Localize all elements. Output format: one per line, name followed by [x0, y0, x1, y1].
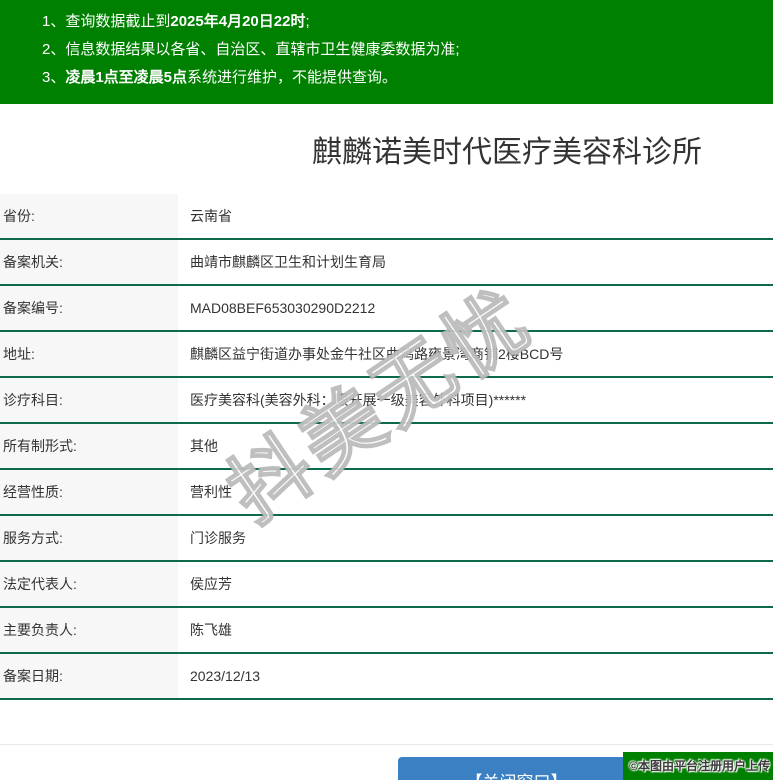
notice-text: ;	[305, 13, 310, 30]
table-row-service-mode: 服务方式: 门诊服务	[0, 516, 773, 562]
table-row-filing-number: 备案编号: MAD08BEF653030290D2212	[0, 286, 773, 332]
row-value: 营利性	[190, 484, 232, 500]
table-row-province: 省份: 云南省	[0, 194, 773, 240]
close-window-button[interactable]: 【关闭窗口】	[398, 757, 635, 780]
row-label: 备案机关:	[0, 240, 178, 284]
divider-line	[0, 744, 773, 745]
row-value: MAD08BEF653030290D2212	[190, 300, 376, 316]
row-value: 门诊服务	[190, 530, 246, 546]
row-value: 陈飞雄	[190, 622, 232, 638]
row-label: 备案编号:	[0, 286, 178, 330]
row-value: 2023/12/13	[190, 668, 261, 684]
row-label: 法定代表人:	[0, 562, 178, 606]
table-row-filing-date: 备案日期: 2023/12/13	[0, 654, 773, 700]
notice-number: 2、	[42, 41, 66, 58]
row-label: 服务方式:	[0, 516, 178, 560]
table-row-principal: 主要负责人: 陈飞雄	[0, 608, 773, 654]
info-table: 省份: 云南省 备案机关: 曲靖市麒麟区卫生和计划生育局 备案编号: MAD08…	[0, 194, 773, 700]
row-value: 麒麟区益宁街道办事处金牛社区曲鸡路雍景湾商铺2楼BCD号	[190, 346, 564, 362]
notice-number: 3、	[42, 69, 66, 86]
row-value: 曲靖市麒麟区卫生和计划生育局	[190, 254, 386, 270]
notice-banner: 1、查询数据截止到2025年4月20日22时; 2、信息数据结果以各省、自治区、…	[0, 0, 773, 104]
notice-line-3: 3、凌晨1点至凌晨5点系统进行维护，不能提供查询。	[42, 64, 773, 92]
row-label: 所有制形式:	[0, 424, 178, 468]
table-row-ownership-form: 所有制形式: 其他	[0, 424, 773, 470]
row-value: 侯应芳	[190, 576, 232, 592]
row-value: 其他	[190, 438, 218, 454]
row-label: 省份:	[0, 194, 178, 238]
table-row-medical-subjects: 诊疗科目: 医疗美容科(美容外科：限开展一级美容外科项目)******	[0, 378, 773, 424]
page-title: 麒麟诺美时代医疗美容科诊所	[312, 136, 702, 169]
notice-line-2: 2、信息数据结果以各省、自治区、直辖市卫生健康委数据为准;	[42, 36, 773, 64]
row-value: 医疗美容科(美容外科：限开展一级美容外科项目)******	[190, 392, 527, 408]
notice-text-bold: 2025年4月20日22时	[170, 13, 306, 30]
table-row-business-nature: 经营性质: 营利性	[0, 470, 773, 516]
row-label: 备案日期:	[0, 654, 178, 698]
notice-text: 信息数据结果以各省、自治区、直辖市卫生健康委数据为准;	[65, 41, 460, 58]
row-label: 诊疗科目:	[0, 378, 178, 422]
row-label: 地址:	[0, 332, 178, 376]
page-container: 1、查询数据截止到2025年4月20日22时; 2、信息数据结果以各省、自治区、…	[0, 0, 773, 780]
notice-text-bold: 凌晨1点至凌晨5点	[65, 69, 188, 86]
row-value: 云南省	[190, 208, 232, 224]
row-label: 主要负责人:	[0, 608, 178, 652]
notice-text: 系统进行维护，不能提供查询。	[187, 69, 398, 86]
row-label: 经营性质:	[0, 470, 178, 514]
table-row-filing-authority: 备案机关: 曲靖市麒麟区卫生和计划生育局	[0, 240, 773, 286]
notice-number: 1、	[42, 13, 66, 30]
table-row-address: 地址: 麒麟区益宁街道办事处金牛社区曲鸡路雍景湾商铺2楼BCD号	[0, 332, 773, 378]
table-row-legal-representative: 法定代表人: 侯应芳	[0, 562, 773, 608]
notice-line-1: 1、查询数据截止到2025年4月20日22时;	[42, 8, 773, 36]
notice-text: 查询数据截止到	[65, 13, 171, 30]
copyright-badge: ©本图由平台注册用户上传	[623, 752, 773, 780]
